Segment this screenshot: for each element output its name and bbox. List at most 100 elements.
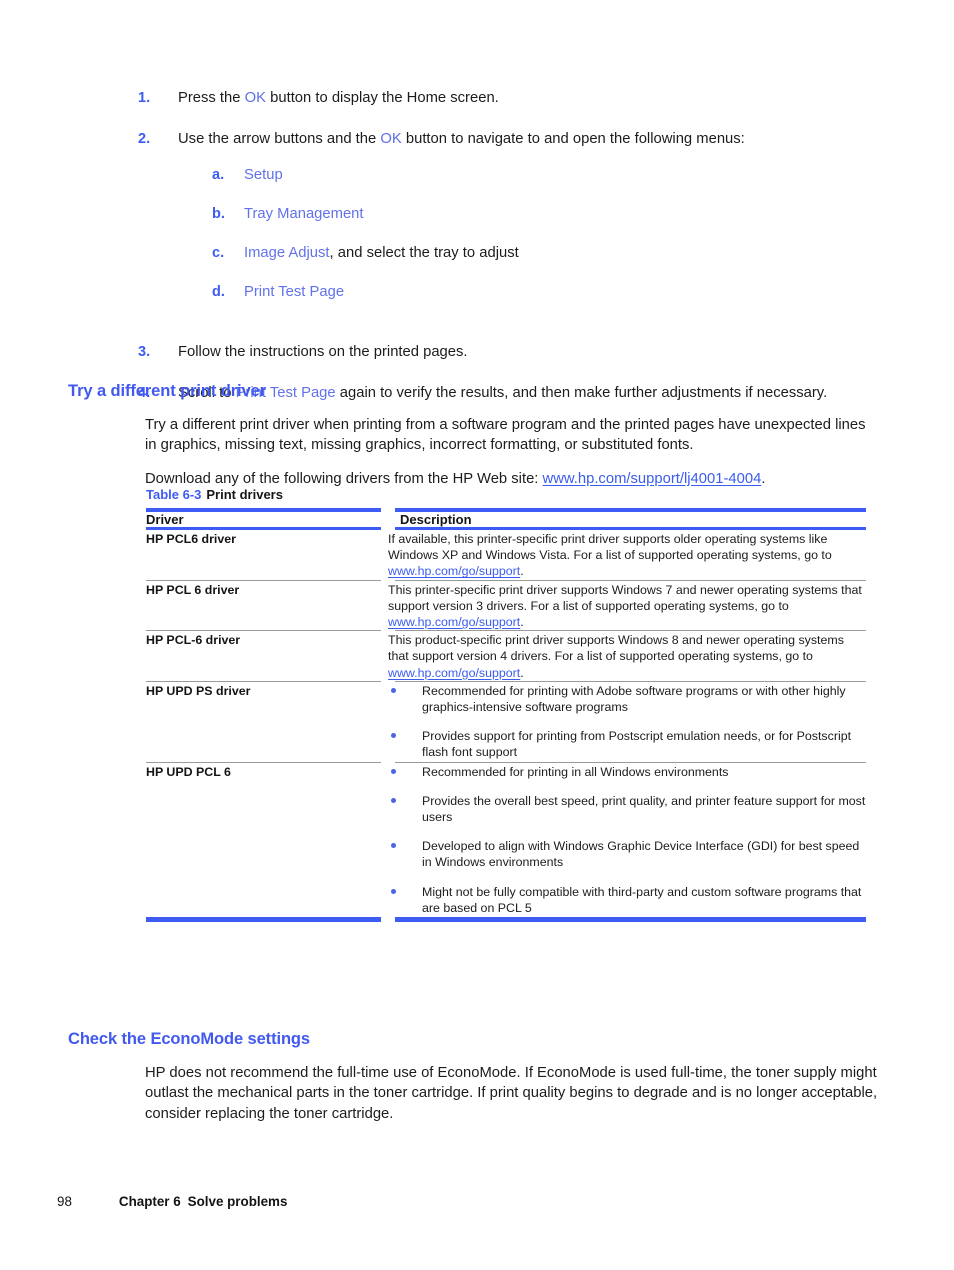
ok-button-reference: OK [244,90,267,106]
step-3: 3. Follow the instructions on the printe… [138,342,878,362]
section-heading-print-driver: Try a different print driver [68,381,266,400]
table-row: HP PCL6 driver If available, this printe… [146,531,866,580]
footer-chapter-title: Solve problems [187,1194,288,1209]
page-footer: 98 Chapter 6 Solve problems [57,1194,287,1209]
cell-driver-name: HP PCL 6 driver [146,582,240,597]
list-item: Provides support for printing from Posts… [388,728,866,760]
cell-driver-description: This printer-specific print driver suppo… [388,582,866,631]
hp-support-link[interactable]: www.hp.com/support/lj4001-4004 [543,471,762,487]
step-3-number: 3. [138,344,151,360]
description-bullet-list: Recommended for printing with Adobe soft… [388,683,866,761]
rule-segment-right [395,508,866,512]
step-2-text: Use the arrow buttons and the OK button … [178,129,878,321]
cell-driver-name: HP PCL-6 driver [146,633,241,648]
cell-driver-name: HP PCL6 driver [146,532,236,546]
description-tail: . [520,665,524,680]
list-item: Might not be fully compatible with third… [388,884,866,916]
download-lead-text: Download any of the following drivers fr… [145,470,543,487]
table-row: HP UPD PS driver Recommended for printin… [146,683,866,762]
hp-go-support-link[interactable]: www.hp.com/go/support [388,564,520,578]
substep-c-text: Image Adjust, and select the tray to adj… [244,243,878,263]
cell-driver-description: This product-specific print driver suppo… [388,632,866,681]
substep-a-letter: a. [212,167,225,183]
step-2-number: 2. [138,131,151,147]
download-tail-text: . [761,470,766,487]
rule-segment-left [146,527,381,530]
list-item: Recommended for printing with Adobe soft… [388,683,866,715]
rule-segment-right [395,579,866,581]
substep-c-tail: , and select the tray to adjust [329,245,519,261]
step-1-lead: Press the [178,90,245,106]
step-1: 1. Press the OK button to display the Ho… [138,88,878,108]
rule-segment-left [146,680,381,682]
step-1-number: 1. [138,90,151,106]
print-drivers-table: Driver Description HP PCL6 driver If ava… [146,508,866,923]
substep-d: d. Print Test Page [212,282,878,302]
step-2-lead: Use the arrow buttons and the [178,131,381,147]
list-item: Provides the overall best speed, print q… [388,793,866,825]
rule-segment-left [146,508,381,512]
step-1-tail: button to display the Home screen. [266,90,499,106]
footer-page-number: 98 [57,1194,72,1209]
substep-a: a. Setup [212,165,878,185]
footer-chapter: Chapter 6 [118,1194,181,1209]
list-item: Recommended for printing in all Windows … [388,764,866,780]
paragraph-print-driver-intro: Try a different print driver when printi… [145,416,866,454]
column-header-description: Description [400,512,472,527]
description-lead: If available, this printer-specific prin… [388,532,832,563]
table-row: HP PCL 6 driver This printer-specific pr… [146,582,866,631]
procedure-steps: 1. Press the OK button to display the Ho… [138,88,878,424]
hp-go-support-link[interactable]: www.hp.com/go/support [388,615,520,629]
step-2-tail: button to navigate to and open the follo… [401,131,745,147]
substep-d-text: Print Test Page [244,282,878,302]
rule-segment-right [395,630,866,632]
description-tail: . [520,615,524,630]
table-caption: Table 6-3 Print drivers [146,487,283,502]
rule-segment-left [146,761,381,763]
hp-go-support-link[interactable]: www.hp.com/go/support [388,666,520,680]
list-item: Developed to align with Windows Graphic … [388,838,866,870]
menu-name-setup: Setup [244,167,283,183]
table-caption-label: Table 6-3 [146,487,202,502]
substep-d-letter: d. [212,284,225,300]
step-1-text: Press the OK button to display the Home … [178,88,878,108]
paragraph-economode: HP does not recommend the full-time use … [145,1064,878,1122]
cell-driver-description: Recommended for printing in all Windows … [388,764,866,917]
table-header-row: Driver Description [146,512,866,527]
substep-list: a. Setup b. Tray Management c. Image Adj… [212,165,878,302]
menu-name-tray-management: Tray Management [244,206,364,222]
step-3-text: Follow the instructions on the printed p… [178,344,468,360]
substep-a-text: Setup [244,165,878,185]
description-lead: This product-specific print driver suppo… [388,633,844,664]
step-2: 2. Use the arrow buttons and the OK butt… [138,129,878,321]
ok-button-reference: OK [380,131,402,147]
substep-c-letter: c. [212,245,225,261]
table-caption-title: Print drivers [206,487,283,502]
step-4-tail: again to verify the results, and then ma… [335,385,828,401]
substep-b-text: Tray Management [244,204,878,224]
description-tail: . [520,564,524,579]
menu-name-print-test-page: Print Test Page [244,284,345,300]
rule-segment-left [146,630,381,632]
rule-segment-left [146,917,381,922]
substep-c: c. Image Adjust, and select the tray to … [212,243,878,263]
section-heading-economode: Check the EconoMode settings [68,1029,310,1048]
rule-segment-right [395,680,866,682]
step-4-text: Scroll to Print Test Page again to verif… [178,383,878,403]
description-lead: This printer-specific print driver suppo… [388,582,862,613]
cell-driver-name: HP UPD PS driver [146,683,251,698]
table-bottom-rule [146,917,866,923]
cell-driver-description: If available, this printer-specific prin… [388,531,866,580]
rule-segment-right [395,917,866,922]
cell-driver-name: HP UPD PCL 6 [146,764,231,779]
rule-segment-right [395,761,866,763]
cell-driver-description: Recommended for printing with Adobe soft… [388,683,866,762]
menu-name-image-adjust: Image Adjust [244,245,330,261]
description-bullet-list: Recommended for printing in all Windows … [388,764,866,916]
rule-segment-right [395,527,866,530]
substep-b-letter: b. [212,206,225,222]
column-header-driver: Driver [146,512,184,527]
substep-b: b. Tray Management [212,204,878,224]
table-row: HP UPD PCL 6 Recommended for printing in… [146,764,866,917]
rule-segment-left [146,579,381,581]
